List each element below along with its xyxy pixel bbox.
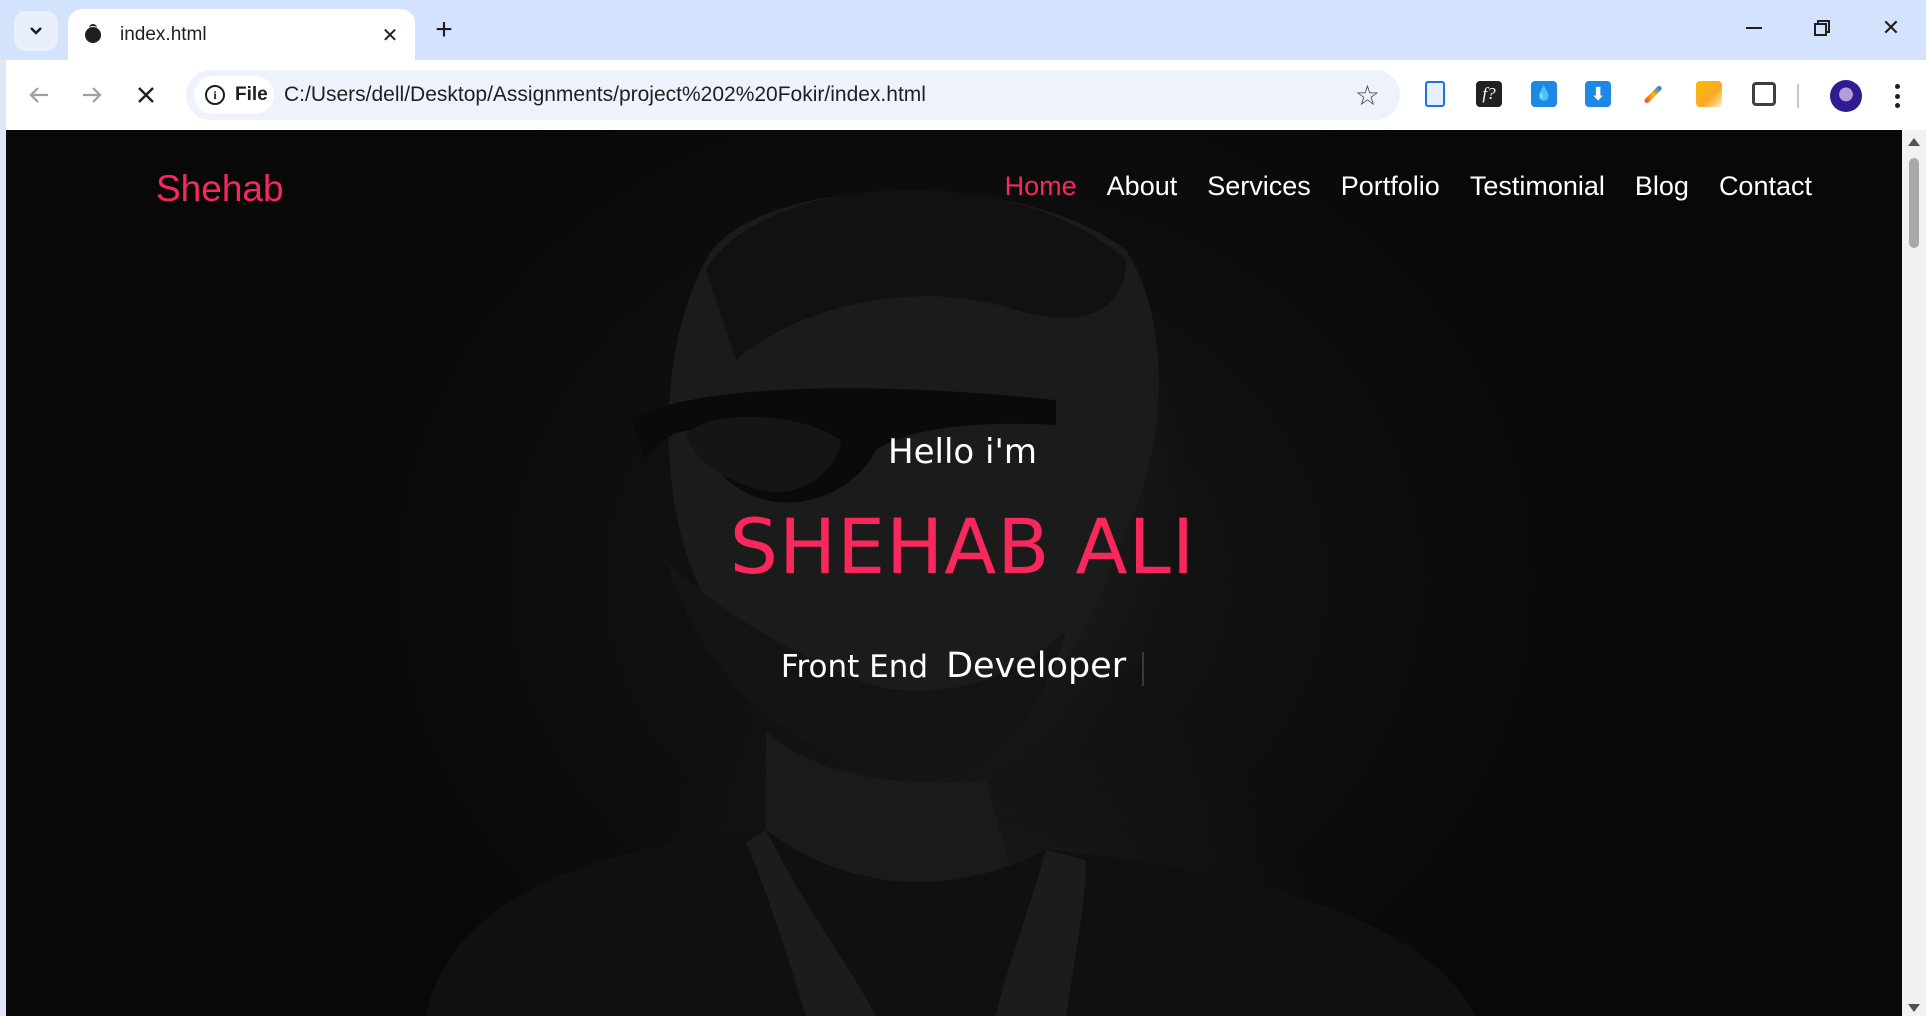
page-favicon-icon xyxy=(85,23,101,43)
extension-color-picker-icon[interactable] xyxy=(1638,79,1668,109)
nav-item-blog[interactable]: Blog xyxy=(1635,171,1689,202)
bookmark-star-icon[interactable]: ☆ xyxy=(1355,79,1380,112)
scroll-up-arrow-icon[interactable] xyxy=(1908,138,1920,146)
address-bar[interactable]: i File C:/Users/dell/Desktop/Assignments… xyxy=(186,70,1400,120)
browser-tab[interactable]: index.html ✕ xyxy=(68,9,415,60)
site-logo[interactable]: Shehab xyxy=(156,168,284,210)
scrollbar-thumb[interactable] xyxy=(1909,158,1919,248)
hero-name: SHEHAB ALI xyxy=(729,502,1196,591)
scroll-down-arrow-icon[interactable] xyxy=(1908,1004,1920,1012)
url-text[interactable]: C:/Users/dell/Desktop/Assignments/projec… xyxy=(284,83,926,107)
extension-font-icon[interactable]: f? xyxy=(1474,79,1504,109)
minimize-icon xyxy=(1746,27,1762,29)
tab-search-button[interactable] xyxy=(14,11,58,51)
back-button[interactable] xyxy=(19,75,59,115)
tab-strip: index.html ✕ + ✕ xyxy=(0,0,1926,60)
hero-role-typed: Developer xyxy=(946,646,1127,686)
close-window-button[interactable]: ✕ xyxy=(1869,8,1913,48)
profile-avatar[interactable] xyxy=(1830,80,1862,112)
browser-menu-button[interactable] xyxy=(1887,80,1907,112)
new-tab-button[interactable]: + xyxy=(430,12,458,48)
hero-greeting: Hello i'm xyxy=(888,432,1037,472)
arrow-right-icon xyxy=(83,87,102,103)
stop-loading-button[interactable] xyxy=(126,75,166,115)
extension-highlighter-icon[interactable] xyxy=(1694,79,1724,109)
restore-icon xyxy=(1814,20,1830,36)
page-scrollbar[interactable] xyxy=(1902,130,1926,1016)
browser-toolbar: i File C:/Users/dell/Desktop/Assignments… xyxy=(6,60,1926,130)
forward-button[interactable] xyxy=(72,75,112,115)
arrow-left-icon xyxy=(29,87,48,103)
hero-role-prefix: Front End xyxy=(780,649,929,685)
extensions-puzzle-icon[interactable] xyxy=(1749,79,1779,109)
nav-item-about[interactable]: About xyxy=(1107,171,1178,202)
nav-item-testimonial[interactable]: Testimonial xyxy=(1470,171,1605,202)
page-viewport: Shehab Home About Services Portfolio Tes… xyxy=(6,130,1906,1016)
restore-button[interactable] xyxy=(1800,8,1844,48)
hero-role: Front End Developer xyxy=(6,646,1906,686)
toolbar-divider xyxy=(1797,84,1799,108)
extension-phone-icon[interactable] xyxy=(1420,79,1450,109)
chevron-down-icon xyxy=(30,27,42,35)
nav-item-portfolio[interactable]: Portfolio xyxy=(1341,171,1440,202)
site-info-chip[interactable]: i File xyxy=(194,76,274,114)
main-nav: Home About Services Portfolio Testimonia… xyxy=(975,171,1812,202)
close-tab-icon[interactable]: ✕ xyxy=(377,22,403,48)
extension-droplet-icon[interactable]: 💧 xyxy=(1529,79,1559,109)
tab-title: index.html xyxy=(120,23,207,45)
nav-item-home[interactable]: Home xyxy=(1005,171,1077,202)
typing-cursor xyxy=(1142,651,1145,686)
extension-download-icon[interactable]: ⬇ xyxy=(1583,79,1613,109)
close-icon xyxy=(138,87,154,103)
minimize-button[interactable] xyxy=(1732,8,1776,48)
nav-item-contact[interactable]: Contact xyxy=(1719,171,1812,202)
info-icon: i xyxy=(205,85,225,105)
site-info-label: File xyxy=(235,84,268,105)
nav-item-services[interactable]: Services xyxy=(1207,171,1311,202)
